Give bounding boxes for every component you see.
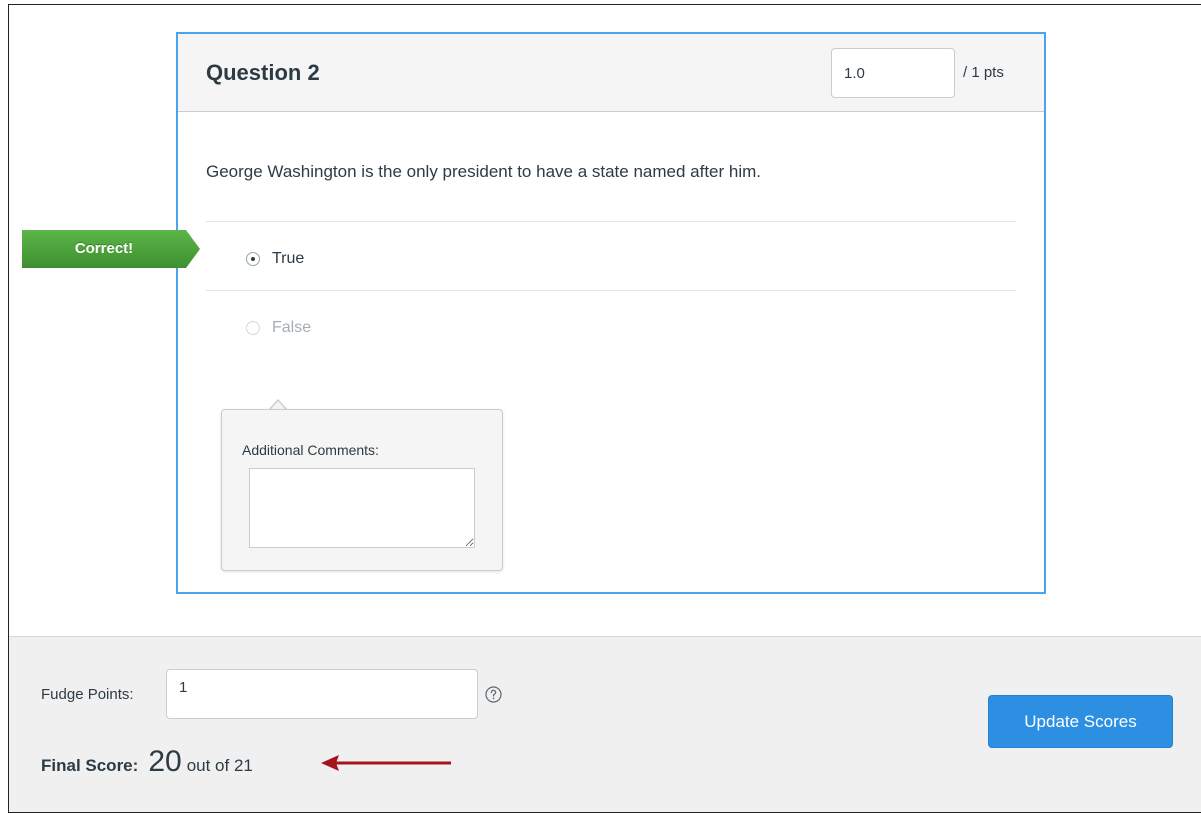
additional-comments-label: Additional Comments: [242,442,379,458]
final-score: Final Score: 20 out of 21 [41,745,253,779]
answer-divider [206,290,1016,291]
question-title: Question 2 [206,60,320,85]
radio-selected-icon[interactable] [246,252,260,266]
final-score-label: Final Score: [41,756,139,775]
additional-comments-popover: Additional Comments: [221,409,503,571]
final-score-value: 20 [148,745,182,778]
additional-comments-input[interactable] [249,468,475,548]
fudge-points-label: Fudge Points: [41,686,134,703]
answer-label: True [272,250,305,267]
update-scores-button[interactable]: Update Scores [988,695,1173,748]
fudge-points-input[interactable] [166,669,478,719]
answer-label: False [272,319,312,336]
final-score-out-of: out of 21 [186,756,253,775]
points-input[interactable] [831,48,955,98]
question-header: Question 2 / 1 pts [178,34,1044,112]
answer-option-false[interactable]: False [246,315,311,341]
answer-divider [206,221,1016,222]
points-possible: / 1 pts [963,64,1004,81]
question-card: Question 2 / 1 pts George Washington is … [176,32,1046,594]
correct-flag-label: Correct! [74,240,134,257]
correct-answer-flag: Correct! [22,230,200,268]
score-footer: Fudge Points: Final Score: 20 out of 21 … [9,636,1201,812]
answer-option-true[interactable]: True [246,246,304,272]
question-circle-icon[interactable] [485,686,502,703]
arrow-left-icon [321,755,451,771]
question-text: George Washington is the only president … [206,162,762,181]
radio-unselected-icon[interactable] [246,321,260,335]
